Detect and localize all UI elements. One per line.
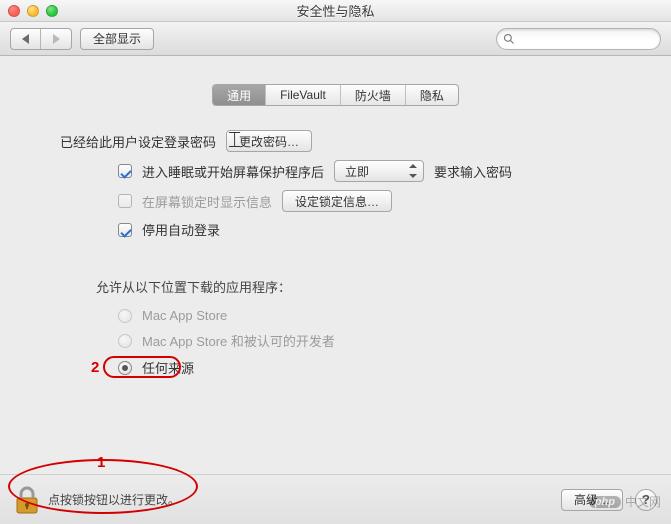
show-lock-message-checkbox[interactable]	[118, 194, 132, 208]
require-password-label-prefix: 进入睡眠或开始屏幕保护程序后	[142, 162, 324, 181]
disable-autologin-label: 停用自动登录	[142, 220, 220, 239]
titlebar: 安全性与隐私	[0, 0, 671, 22]
search-icon	[503, 33, 515, 45]
tabstrip: 通用 FileVault 防火墙 隐私	[212, 84, 459, 106]
password-set-label: 已经给此用户设定登录密码	[60, 132, 216, 151]
require-password-checkbox[interactable]	[118, 164, 132, 178]
nav-back-forward	[10, 28, 72, 50]
lock-message: 点按锁按钮以进行更改。	[48, 491, 180, 508]
show-lock-message-label: 在屏幕锁定时显示信息	[142, 192, 272, 211]
radio-identified-label: Mac App Store 和被认可的开发者	[142, 331, 335, 350]
radio-row-identified: Mac App Store 和被认可的开发者	[118, 331, 611, 350]
chevron-left-icon	[22, 34, 29, 44]
require-password-label-suffix: 要求输入密码	[434, 162, 512, 181]
lock-wrap: 点按锁按钮以进行更改。	[14, 485, 180, 515]
disable-autologin-checkbox[interactable]	[118, 223, 132, 237]
help-button[interactable]: ?	[635, 489, 657, 511]
allow-apps-radios: Mac App Store Mac App Store 和被认可的开发者 任何来…	[60, 308, 611, 377]
tab-filevault[interactable]: FileVault	[266, 85, 341, 105]
radio-row-anywhere: 任何来源	[118, 358, 611, 377]
radio-appstore-label: Mac App Store	[142, 308, 227, 323]
delay-select[interactable]: 立即	[334, 160, 424, 182]
lock-icon[interactable]	[14, 485, 40, 515]
delay-select-value: 立即	[345, 163, 369, 180]
zoom-button[interactable]	[46, 5, 58, 17]
tabs: 通用 FileVault 防火墙 隐私	[0, 84, 671, 106]
chevron-right-icon	[53, 34, 60, 44]
password-row: 已经给此用户设定登录密码 更改密码…	[60, 130, 611, 152]
radio-anywhere[interactable]	[118, 361, 132, 375]
radio-anywhere-label: 任何来源	[142, 358, 194, 377]
general-pane: 已经给此用户设定登录密码 更改密码… ⌶ 进入睡眠或开始屏幕保护程序后 立即 要…	[0, 106, 671, 377]
window-title: 安全性与隐私	[0, 1, 671, 20]
disable-autologin-row: 停用自动登录	[60, 220, 611, 239]
main-panel: 通用 FileVault 防火墙 隐私 已经给此用户设定登录密码 更改密码… ⌶…	[0, 56, 671, 524]
advanced-button[interactable]: 高级…	[561, 489, 623, 511]
radio-appstore[interactable]	[118, 309, 132, 323]
minimize-button[interactable]	[27, 5, 39, 17]
show-lock-message-row: 在屏幕锁定时显示信息 设定锁定信息…	[60, 190, 611, 212]
change-password-button[interactable]: 更改密码…	[226, 130, 312, 152]
tab-privacy[interactable]: 隐私	[406, 85, 458, 105]
back-button[interactable]	[11, 29, 41, 49]
radio-identified[interactable]	[118, 334, 132, 348]
annotation-number-1: 1	[97, 454, 105, 471]
toolbar: 全部显示	[0, 22, 671, 56]
allow-apps-title: 允许从以下位置下载的应用程序：	[96, 277, 611, 296]
tab-general[interactable]: 通用	[213, 85, 266, 105]
footer: 点按锁按钮以进行更改。 高级… ?	[0, 474, 671, 524]
search-input[interactable]	[496, 28, 661, 50]
show-all-button[interactable]: 全部显示	[80, 28, 154, 50]
set-lock-message-button[interactable]: 设定锁定信息…	[282, 190, 392, 212]
tab-firewall[interactable]: 防火墙	[341, 85, 406, 105]
traffic-lights	[8, 5, 58, 17]
forward-button[interactable]	[41, 29, 71, 49]
close-button[interactable]	[8, 5, 20, 17]
require-password-row: 进入睡眠或开始屏幕保护程序后 立即 要求输入密码	[60, 160, 611, 182]
search-wrap	[496, 28, 661, 50]
radio-row-appstore: Mac App Store	[118, 308, 611, 323]
